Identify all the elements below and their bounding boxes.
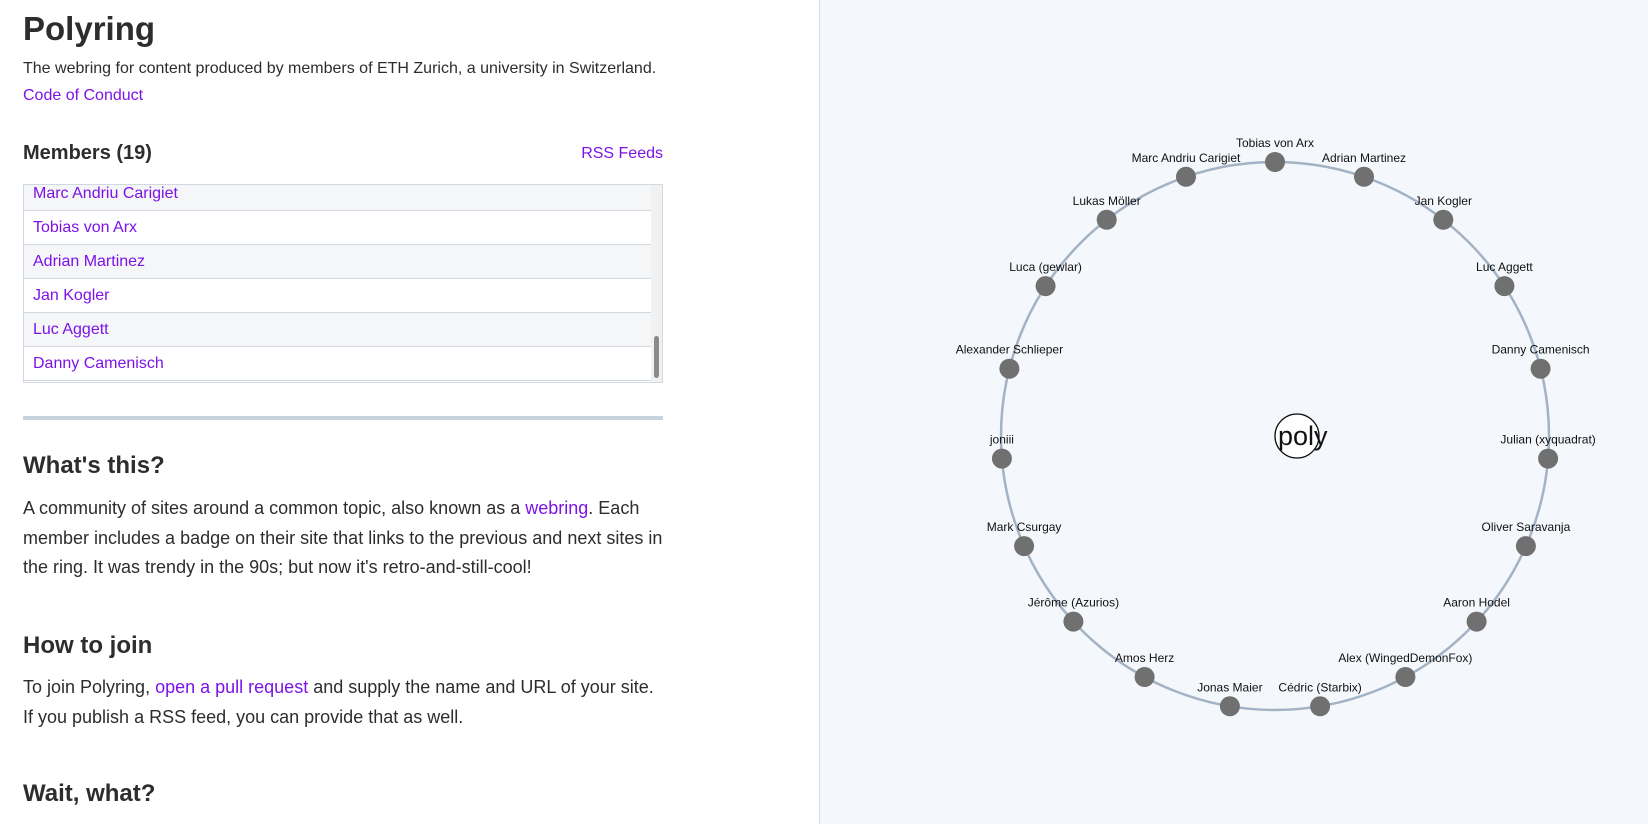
ring-node[interactable] bbox=[1433, 209, 1454, 230]
ring-node[interactable] bbox=[1014, 536, 1035, 557]
ring-node[interactable] bbox=[999, 358, 1020, 379]
ring-node[interactable] bbox=[1176, 166, 1196, 187]
ring-node-label[interactable]: joniii bbox=[989, 433, 1014, 447]
member-link[interactable]: Tobias von Arx bbox=[33, 219, 137, 236]
page-title: Polyring bbox=[23, 10, 156, 47]
poly-logo: poly bbox=[1274, 413, 1328, 459]
ring-node[interactable] bbox=[1219, 696, 1240, 717]
ring-node-label[interactable]: Tobias von Arx bbox=[1236, 136, 1314, 150]
member-link[interactable]: Luc Aggett bbox=[33, 321, 109, 338]
ring-node[interactable] bbox=[1515, 536, 1536, 557]
ring-node-label[interactable]: Jonas Maier bbox=[1197, 680, 1262, 694]
ring-node[interactable] bbox=[1530, 358, 1551, 379]
ring-panel: Tobias von Arx Adrian Martinez Jan Kogler L… bbox=[819, 0, 1648, 824]
ring-nodes: Tobias von Arx Adrian Martinez Jan Kogler L… bbox=[956, 136, 1596, 717]
ring-node-label[interactable]: Oliver Saravanja bbox=[1482, 520, 1571, 534]
ring-node-label[interactable]: Marc Andriu Carigiet bbox=[1132, 151, 1241, 165]
ring-node[interactable] bbox=[1035, 276, 1056, 297]
ring-node-label[interactable]: Julian (xyquadrat) bbox=[1500, 433, 1595, 447]
ring-node[interactable] bbox=[1063, 611, 1084, 632]
ring-node-label[interactable]: Mark Csurgay bbox=[987, 520, 1062, 534]
member-row: Luc Aggett bbox=[24, 313, 651, 347]
members-heading: Members (19) bbox=[23, 142, 152, 164]
ring-node-label[interactable]: Jan Kogler bbox=[1415, 194, 1472, 208]
member-link[interactable]: Marc Andriu Carigiet bbox=[33, 185, 178, 202]
member-row: Jan Kogler bbox=[24, 279, 651, 313]
ring-node-label[interactable]: Luc Aggett bbox=[1476, 260, 1533, 274]
ring-node-label[interactable]: Alexander Schlieper bbox=[956, 343, 1063, 357]
pull-request-link[interactable]: open a pull request bbox=[155, 677, 308, 697]
ring-node[interactable] bbox=[1466, 611, 1487, 632]
rss-feeds-link[interactable]: RSS Feeds bbox=[581, 145, 663, 163]
ring-node[interactable] bbox=[991, 448, 1012, 469]
member-link[interactable]: Danny Camenisch bbox=[33, 355, 164, 372]
members-list[interactable]: Marc Andriu Carigiet Tobias von Arx Adri… bbox=[23, 184, 663, 383]
how-to-join-text-start: To join Polyring, bbox=[23, 677, 156, 697]
member-link[interactable]: Jan Kogler bbox=[33, 287, 110, 304]
ring-node[interactable] bbox=[1395, 667, 1416, 687]
ring-node[interactable] bbox=[1354, 166, 1374, 187]
members-rows: Marc Andriu Carigiet Tobias von Arx Adri… bbox=[24, 185, 651, 381]
how-to-join-heading: How to join bbox=[23, 632, 153, 659]
ring-node[interactable] bbox=[1494, 276, 1515, 297]
members-scrollbar[interactable] bbox=[651, 185, 662, 382]
ring-node-label[interactable]: Alex (WingedDemonFox) bbox=[1338, 651, 1472, 665]
ring-node-label[interactable]: Jérôme (Azurios) bbox=[1028, 596, 1119, 610]
ring-node-label[interactable]: Lukas Möller bbox=[1073, 194, 1141, 208]
whats-this-heading: What's this? bbox=[23, 452, 165, 479]
section-divider bbox=[23, 416, 663, 420]
poly-logo-text: poly bbox=[1278, 421, 1328, 451]
ring-node[interactable] bbox=[1265, 152, 1285, 172]
member-row: Tobias von Arx bbox=[24, 211, 651, 245]
webring-diagram: Tobias von Arx Adrian Martinez Jan Kogler L… bbox=[956, 136, 1596, 717]
ring-node-label[interactable]: Amos Herz bbox=[1115, 651, 1174, 665]
members-header: Members (19) RSS Feeds bbox=[23, 142, 663, 168]
ring-node-label[interactable]: Danny Camenisch bbox=[1492, 343, 1590, 357]
whats-this-text-start: A community of sites around a common top… bbox=[23, 498, 526, 518]
webring-link[interactable]: webring bbox=[525, 498, 588, 518]
ring-node-label[interactable]: Luca (gewlar) bbox=[1009, 260, 1082, 274]
member-row: Marc Andriu Carigiet bbox=[24, 185, 651, 211]
how-to-join-text: To join Polyring, open a pull request an… bbox=[23, 673, 663, 732]
whats-this-text: A community of sites around a common top… bbox=[23, 494, 663, 583]
wait-what-heading: Wait, what? bbox=[23, 780, 156, 807]
ring-node[interactable] bbox=[1096, 209, 1117, 230]
ring-node-label[interactable]: Aaron Hodel bbox=[1443, 596, 1510, 610]
member-link[interactable]: Adrian Martinez bbox=[33, 253, 145, 270]
member-row: Danny Camenisch bbox=[24, 347, 651, 381]
scrollbar-thumb[interactable] bbox=[654, 336, 659, 378]
content-panel: Polyring The webring for content produce… bbox=[0, 0, 819, 824]
ring-node[interactable] bbox=[1310, 696, 1331, 717]
ring-node-label[interactable]: Adrian Martinez bbox=[1322, 151, 1406, 165]
ring-node[interactable] bbox=[1538, 448, 1559, 469]
page-subtitle: The webring for content produced by memb… bbox=[23, 60, 657, 77]
ring-node[interactable] bbox=[1134, 667, 1155, 687]
code-of-conduct-link[interactable]: Code of Conduct bbox=[23, 87, 143, 105]
ring-node-label[interactable]: Cédric (Starbix) bbox=[1278, 680, 1361, 694]
member-row: Adrian Martinez bbox=[24, 245, 651, 279]
